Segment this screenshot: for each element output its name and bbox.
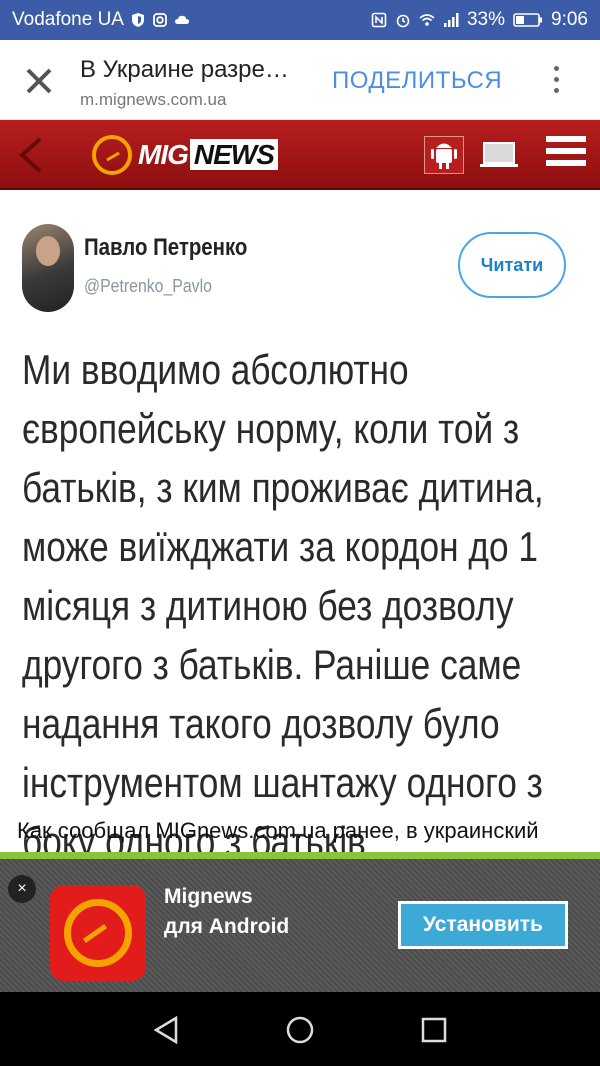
menu-icon[interactable]	[546, 136, 586, 174]
page-title: В Украине разре…	[80, 56, 289, 83]
home-icon[interactable]	[284, 1014, 316, 1046]
carrier-label: Vodafone UA	[12, 9, 124, 30]
nfc-icon	[371, 12, 387, 28]
tweet-author-name[interactable]: Павло Петренко	[84, 234, 247, 262]
recents-icon[interactable]	[418, 1014, 450, 1046]
back-icon[interactable]	[150, 1014, 182, 1046]
cloud-icon	[174, 15, 189, 24]
signal-icon	[443, 13, 459, 27]
close-ad-button[interactable]: ×	[8, 875, 36, 903]
article-paragraph: Как сообщал MIGnews.com.ua ранее, в укра…	[17, 818, 539, 843]
battery-percent: 33%	[466, 9, 506, 30]
navigation-bar	[0, 992, 600, 1066]
shield-icon	[131, 13, 144, 27]
back-arrow-icon[interactable]	[14, 136, 48, 174]
install-button[interactable]: Установить	[398, 901, 568, 949]
browser-toolbar: В Украине разре… m.mignews.com.ua ПОДЕЛИ…	[0, 40, 600, 120]
logo-news: NEWS	[189, 139, 278, 170]
laptop-icon	[480, 142, 518, 167]
wifi-icon	[419, 14, 435, 26]
logo-mig: MIG	[138, 139, 189, 170]
battery-icon	[513, 13, 543, 27]
read-button[interactable]: Читати	[458, 232, 566, 298]
desktop-version-button[interactable]	[478, 136, 520, 174]
status-bar: Vodafone UA 33% 9:06	[0, 0, 600, 40]
tweet-author-handle[interactable]: @Petrenko_Pavlo	[84, 276, 212, 297]
ad-title: Mignews	[164, 885, 253, 908]
site-header: MIG NEWS	[0, 120, 600, 190]
app-logo-icon	[50, 885, 146, 981]
clock: 9:06	[551, 9, 588, 30]
site-logo[interactable]: MIG NEWS	[92, 134, 278, 176]
share-button[interactable]: ПОДЕЛИТЬСЯ	[332, 67, 502, 95]
tweet-text: Ми вводимо абсолютно європейську нормy, …	[22, 346, 544, 865]
embedded-tweet: Павло Петренко @Petrenko_Pavlo Читати Ми…	[0, 190, 600, 865]
android-app-button[interactable]	[424, 136, 464, 174]
close-icon[interactable]	[22, 64, 56, 98]
avatar[interactable]	[22, 224, 74, 312]
alarm-icon	[396, 14, 410, 28]
logo-clock-icon	[92, 135, 132, 175]
more-options-icon[interactable]	[548, 66, 564, 98]
page-url: m.mignews.com.ua	[80, 90, 227, 109]
ad-subtitle: для Android	[164, 915, 290, 938]
app-install-banner: × Mignews для Android Установить	[0, 852, 600, 992]
instagram-icon	[153, 13, 167, 27]
android-icon	[431, 143, 457, 169]
